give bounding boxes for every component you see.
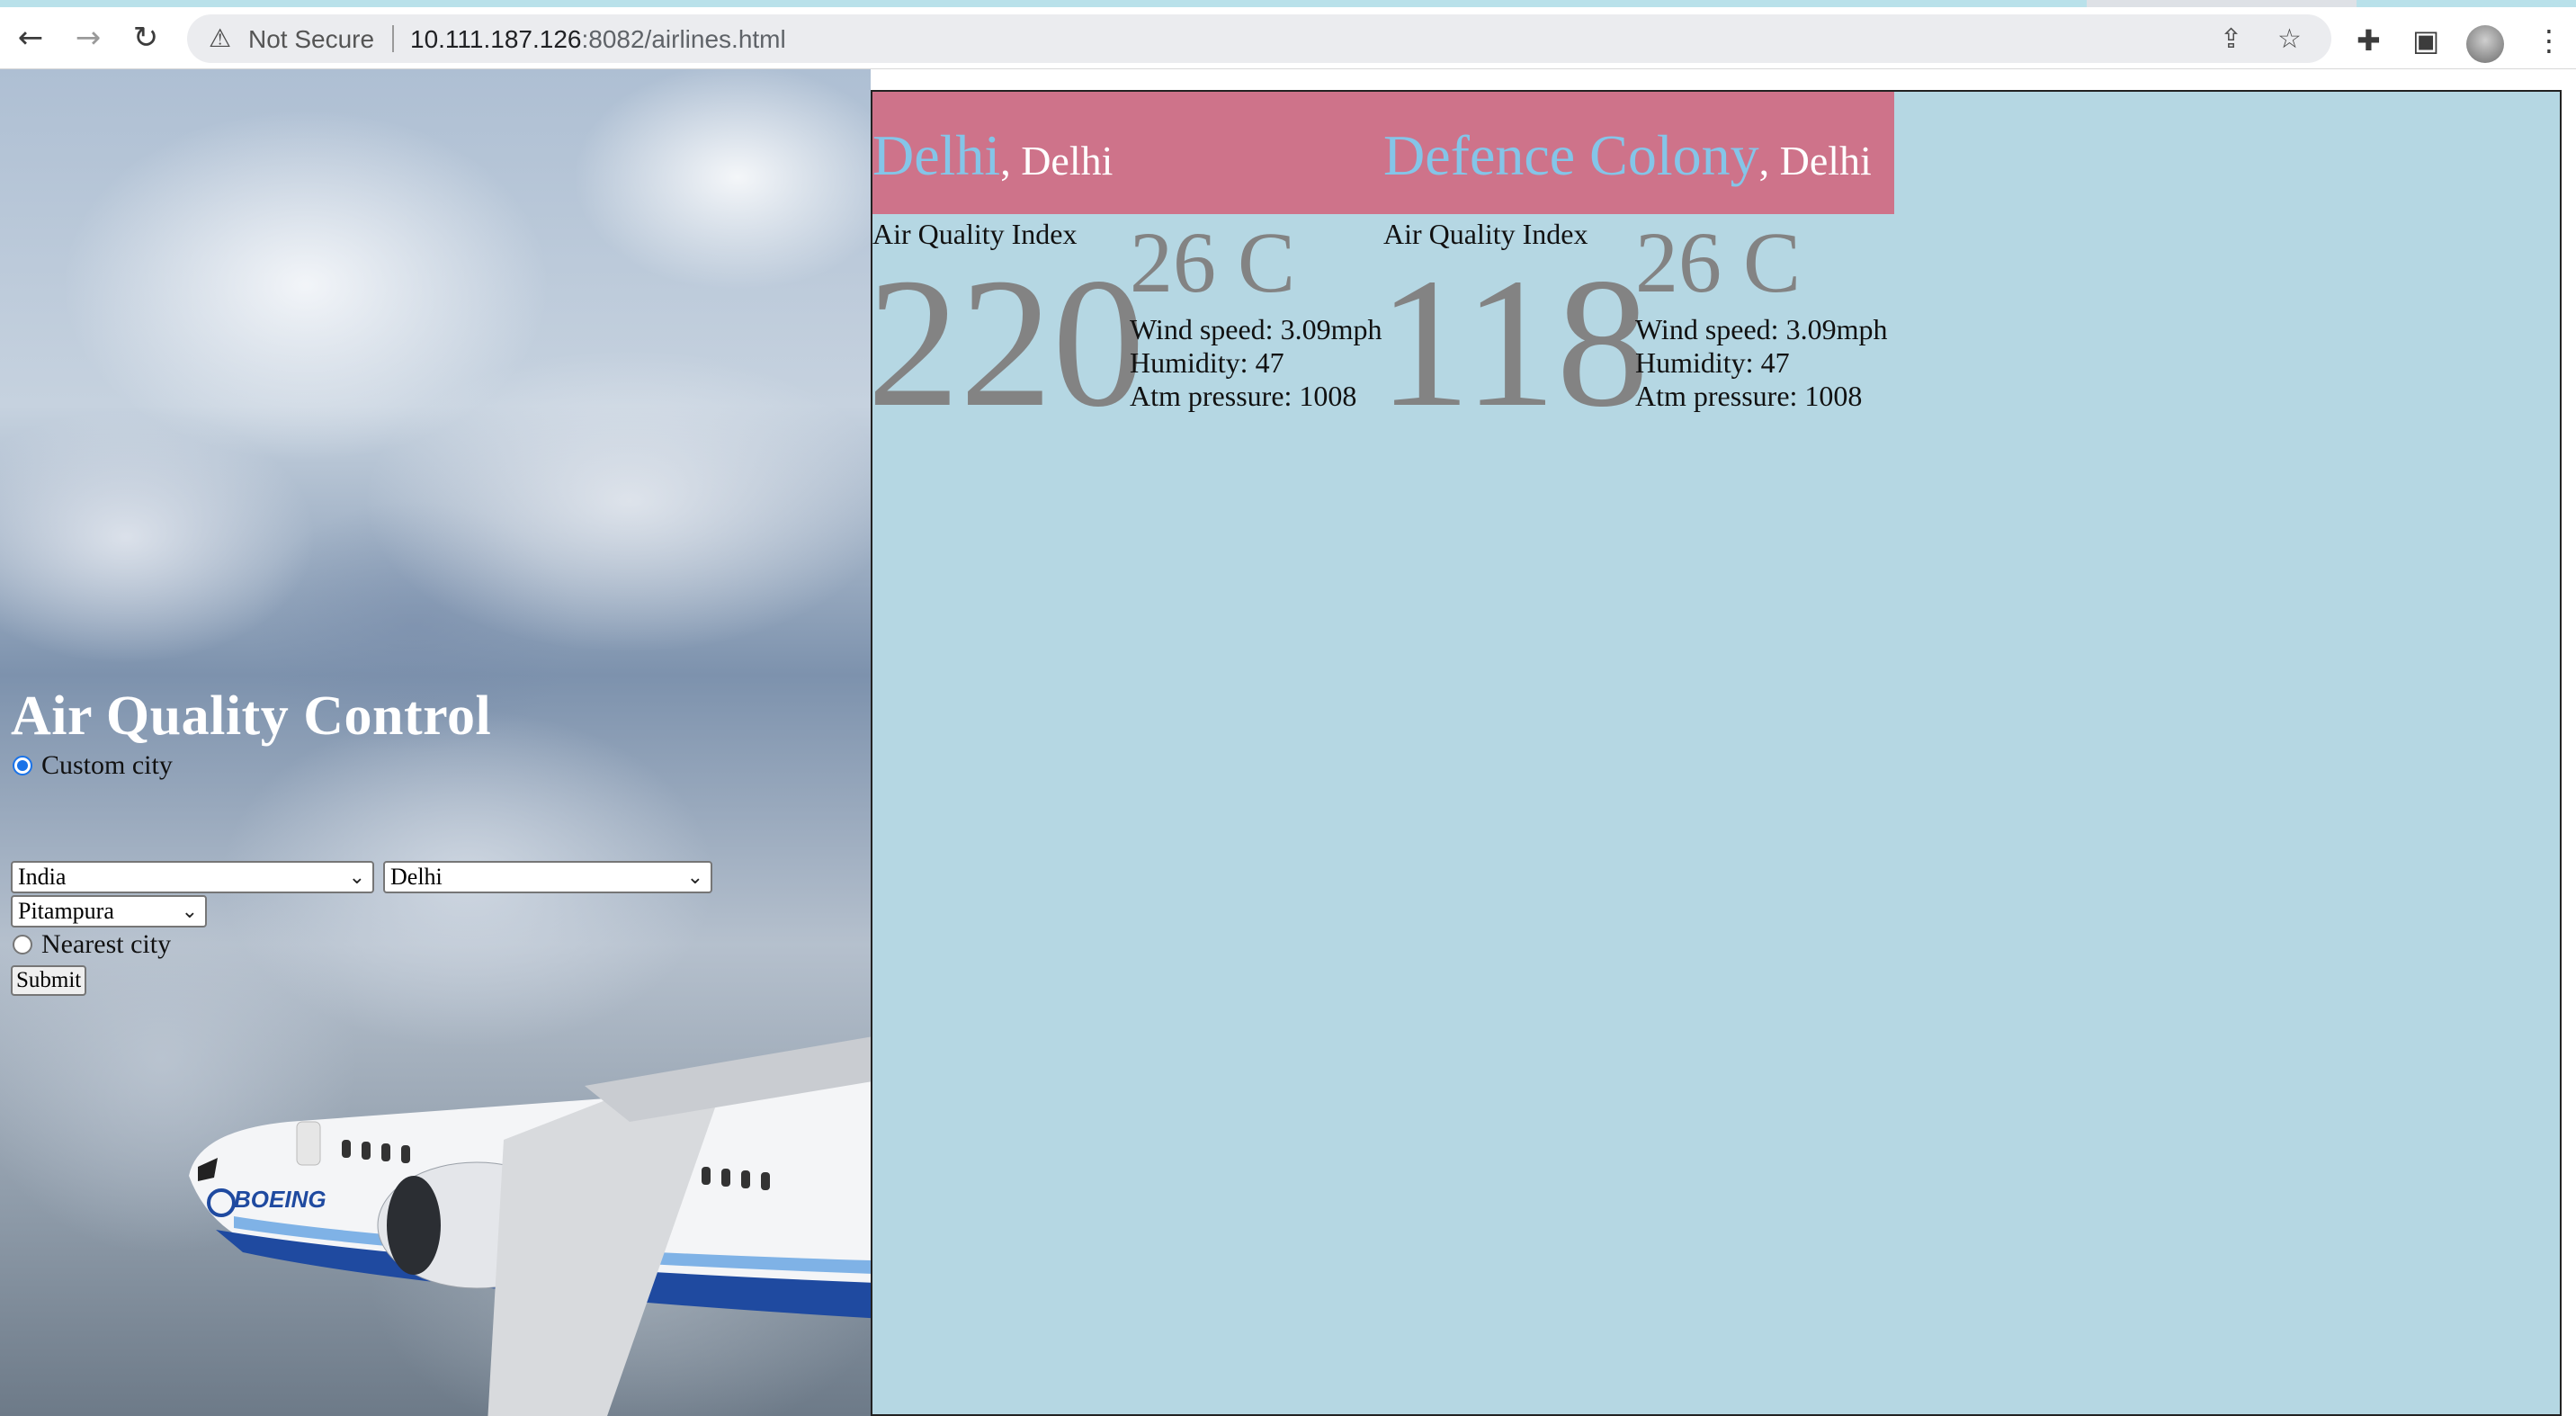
page-content: BOEING Air Quality Control Custom city I… <box>0 69 2576 1416</box>
security-label[interactable]: Not Secure <box>248 25 374 54</box>
url-path: :8082/airlines.html <box>581 25 786 53</box>
wind-speed: Wind speed: 3.09mph <box>1635 313 1888 345</box>
aqi-value: 118 <box>1378 239 1650 445</box>
side-panel-icon[interactable]: ▣ <box>2412 23 2439 58</box>
station-name: Defence Colony <box>1383 123 1759 187</box>
chevron-down-icon: ⌄ <box>181 901 198 923</box>
station-cards: Delhi, Delhi Air Quality Index 220 26 C … <box>867 92 1894 435</box>
share-icon[interactable]: ⇪ <box>2220 23 2242 55</box>
country-select[interactable]: India ⌄ <box>11 861 374 893</box>
forward-arrow-icon[interactable]: → <box>70 20 106 56</box>
temperature: 26 C <box>1635 214 1802 310</box>
chevron-down-icon: ⌄ <box>348 866 365 889</box>
station-card-body: Air Quality Index 220 26 C Wind speed: 3… <box>867 214 1383 435</box>
country-select-value: India <box>18 864 67 890</box>
state-select-value: Delhi <box>390 864 443 890</box>
page-title: Air Quality Control <box>11 686 492 747</box>
station-card-header: Delhi, Delhi <box>872 92 1383 214</box>
weather-details: Wind speed: 3.09mph Humidity: 47 Atm pre… <box>1130 313 1382 413</box>
nearest-city-radio[interactable] <box>13 935 32 954</box>
city-select-value: Pitampura <box>18 898 114 924</box>
svg-text:BOEING: BOEING <box>234 1186 326 1213</box>
hero-background: BOEING Air Quality Control Custom city I… <box>0 69 871 1416</box>
weather-details: Wind speed: 3.09mph Humidity: 47 Atm pre… <box>1635 313 1887 413</box>
station-card-body: Air Quality Index 118 26 C Wind speed: 3… <box>1378 214 1894 435</box>
warning-icon: ⚠ <box>209 23 232 53</box>
custom-city-radio[interactable] <box>13 756 32 775</box>
station-name: Delhi <box>872 123 1001 187</box>
station-card: Defence Colony, Delhi Air Quality Index … <box>1378 92 1894 435</box>
city-select[interactable]: Pitampura ⌄ <box>11 895 207 928</box>
station-location: Defence Colony, Delhi <box>1383 122 1872 189</box>
back-arrow-icon[interactable]: ← <box>13 20 49 56</box>
atm-pressure: Atm pressure: 1008 <box>1635 380 1863 412</box>
temperature: 26 C <box>1130 214 1296 310</box>
browser-toolbar: ← → ↻ ⚠ Not Secure 10.111.187.126:8082/a… <box>0 7 2576 69</box>
submit-button[interactable]: Submit <box>11 965 87 996</box>
custom-city-option[interactable]: Custom city <box>13 750 173 781</box>
station-location: Delhi, Delhi <box>872 122 1113 189</box>
wind-speed: Wind speed: 3.09mph <box>1130 313 1382 345</box>
atm-pressure: Atm pressure: 1008 <box>1130 380 1357 412</box>
aqi-value: 220 <box>867 239 1145 445</box>
star-icon[interactable]: ☆ <box>2277 23 2302 55</box>
chevron-down-icon: ⌄ <box>686 866 703 889</box>
station-state: , Delhi <box>1758 138 1872 184</box>
address-bar[interactable]: ⚠ Not Secure 10.111.187.126:8082/airline… <box>187 14 2331 63</box>
loading-bar-fill <box>0 0 2087 7</box>
extensions-icon[interactable]: ✚ <box>2357 23 2381 58</box>
nearest-city-label: Nearest city <box>41 929 172 959</box>
humidity: Humidity: 47 <box>1130 346 1284 379</box>
url-text[interactable]: 10.111.187.126:8082/airlines.html <box>410 25 786 54</box>
nearest-city-option[interactable]: Nearest city <box>13 929 171 960</box>
results-panel: Delhi, Delhi Air Quality Index 220 26 C … <box>867 90 2562 1416</box>
station-state: , Delhi <box>1000 138 1114 184</box>
url-host: 10.111.187.126 <box>410 25 582 53</box>
station-card-header: Defence Colony, Delhi <box>1383 92 1894 214</box>
custom-city-label: Custom city <box>41 750 173 780</box>
loading-bar-fill-end <box>2357 0 2576 7</box>
omnibox-separator <box>392 25 394 52</box>
reload-icon[interactable]: ↻ <box>128 20 164 56</box>
station-card: Delhi, Delhi Air Quality Index 220 26 C … <box>867 92 1383 435</box>
humidity: Humidity: 47 <box>1635 346 1790 379</box>
airplane-image: BOEING <box>189 1036 871 1416</box>
loading-bar <box>0 0 2576 7</box>
kebab-menu-icon[interactable]: ⋮ <box>2535 23 2563 58</box>
state-select[interactable]: Delhi ⌄ <box>383 861 712 893</box>
avatar[interactable] <box>2466 25 2504 63</box>
